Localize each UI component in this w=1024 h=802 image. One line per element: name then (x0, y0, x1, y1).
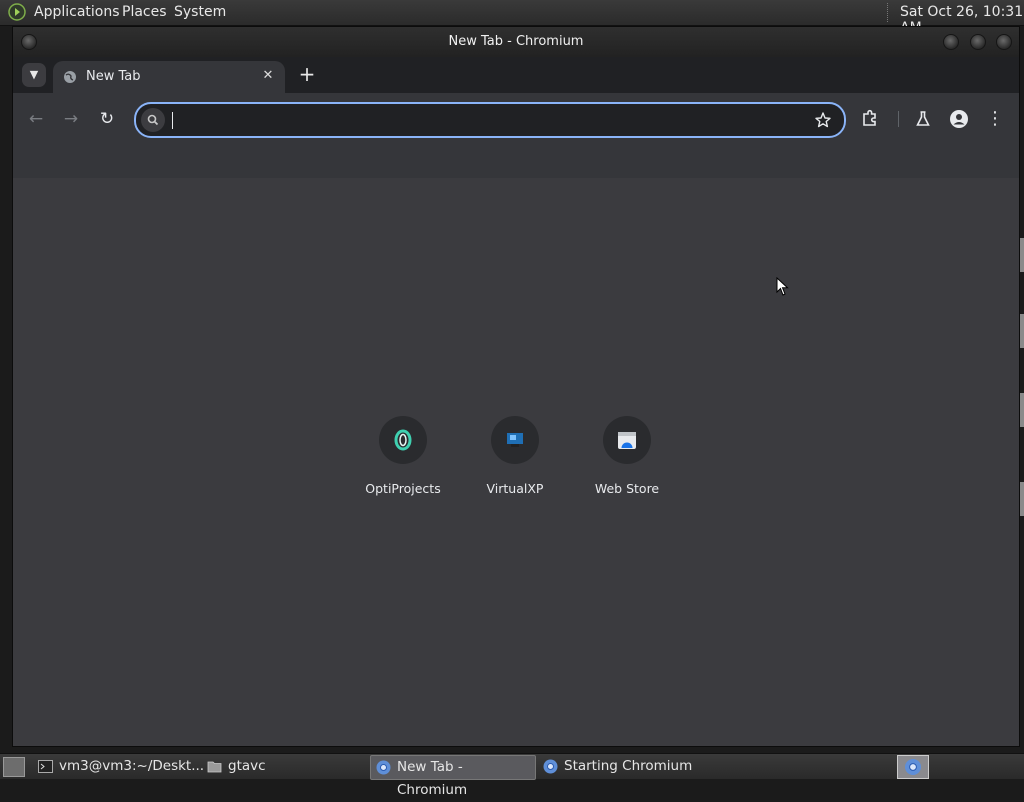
distro-logo-icon[interactable] (8, 3, 26, 21)
shortcut-tile-optiprojects[interactable]: OptiProjects (358, 416, 448, 496)
address-input[interactable] (172, 109, 792, 131)
taskbar-item-starting-chromium[interactable]: Starting Chromium (538, 755, 724, 778)
tab-search-button[interactable]: ▼ (22, 63, 46, 87)
taskbar-item-new-tab-chromium[interactable]: New Tab - Chromium (370, 755, 536, 798)
panel-divider (887, 3, 890, 22)
extensions-puzzle-icon[interactable] (858, 107, 882, 131)
taskbar-item-gtavc[interactable]: gtavc (202, 755, 388, 778)
taskbar-item-label: Starting Chromium (564, 758, 693, 774)
system-menu[interactable]: System (174, 4, 226, 20)
tray-chromium-icon[interactable] (897, 755, 929, 779)
web-store-icon (603, 416, 651, 464)
places-menu[interactable]: Places (122, 4, 167, 20)
window-titlebar[interactable]: New Tab - Chromium (13, 27, 1019, 57)
mouse-cursor-icon (776, 277, 789, 296)
new-tab-page: OptiProjects VirtualXP Web Store (13, 178, 1019, 746)
profile-avatar-icon[interactable] (947, 107, 971, 131)
forward-button[interactable]: → (59, 107, 83, 131)
shortcut-label: Web Store (594, 481, 660, 496)
search-icon (141, 108, 165, 132)
labs-flask-icon[interactable] (911, 107, 935, 131)
optiprojects-icon (379, 416, 427, 464)
folder-icon (207, 761, 222, 773)
shortcut-label: OptiProjects (365, 481, 441, 496)
taskbar-item-label: New Tab - Chromium (397, 759, 468, 798)
close-tab-icon[interactable]: ✕ (259, 67, 277, 85)
taskbar: vm3@vm3:~/Deskt... gtavc New Tab - Chrom… (0, 753, 1024, 798)
bookmark-star-icon[interactable] (812, 109, 834, 131)
applications-menu[interactable]: Applications (34, 4, 120, 20)
new-tab-button[interactable]: + (296, 63, 318, 85)
maximize-button[interactable] (970, 34, 986, 50)
taskbar-item-label: vm3@vm3:~/Deskt... (59, 758, 205, 774)
bookmarks-bar (13, 145, 1019, 179)
reload-button[interactable]: ↻ (95, 107, 119, 131)
chromium-icon (376, 760, 391, 775)
shortcut-tile-web-store[interactable]: Web Store (582, 416, 672, 496)
chromium-icon (543, 759, 558, 774)
close-window-button[interactable] (996, 34, 1012, 50)
top-panel: Applications Places System Sat Oct 26, 1… (0, 0, 1024, 36)
back-button[interactable]: ← (24, 107, 48, 131)
toolbar-separator (898, 111, 899, 127)
text-caret (172, 112, 173, 129)
taskbar-item-label: gtavc (228, 758, 266, 774)
tab-new-tab[interactable]: New Tab ✕ (53, 61, 285, 93)
terminal-icon (38, 760, 53, 773)
tab-strip: ▼ New Tab ✕ + (13, 57, 1019, 93)
window-title: New Tab - Chromium (448, 34, 584, 49)
minimize-button[interactable] (943, 34, 959, 50)
virtualxp-icon (491, 416, 539, 464)
tab-title: New Tab (86, 69, 141, 84)
show-desktop-icon[interactable] (3, 757, 25, 777)
address-bar[interactable] (134, 102, 846, 138)
shortcut-tile-virtualxp[interactable]: VirtualXP (470, 416, 560, 496)
browser-toolbar: ← → ↻ ⋮ (13, 93, 1019, 145)
shortcut-label: VirtualXP (486, 481, 544, 496)
taskbar-item-terminal[interactable]: vm3@vm3:~/Deskt... (33, 755, 224, 778)
chevron-down-icon: ▼ (29, 68, 39, 81)
browser-window: New Tab - Chromium ▼ New Tab ✕ + ← → ↻ ⋮… (12, 26, 1020, 747)
more-menu-kebab-icon[interactable]: ⋮ (983, 107, 1007, 131)
globe-icon (64, 71, 76, 83)
